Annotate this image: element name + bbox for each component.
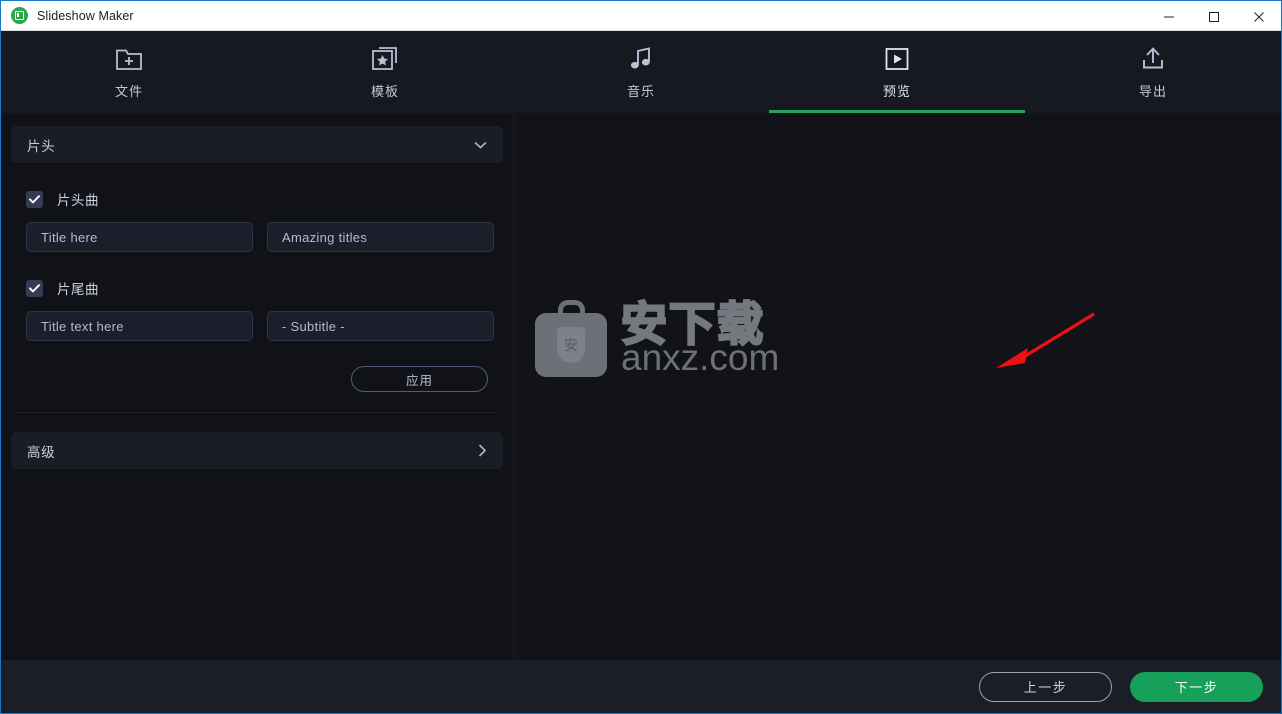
watermark-text: 安下载 anxz.com	[620, 300, 780, 378]
title-bar: Slideshow Maker	[1, 0, 1281, 31]
opening-theme-checkbox[interactable]	[26, 190, 43, 208]
red-arrow-annotation	[994, 311, 1099, 376]
close-button[interactable]	[1236, 1, 1281, 32]
folder-plus-icon	[115, 44, 143, 74]
maximize-button[interactable]	[1191, 1, 1236, 32]
preview-area[interactable]: 安 安下载 anxz.com	[514, 113, 1281, 660]
tab-files[interactable]: 文件	[1, 31, 257, 113]
ending-theme-row: 片尾曲	[26, 278, 488, 298]
opening-subtitle-input[interactable]: Amazing titles	[267, 222, 494, 252]
tab-music[interactable]: 音乐	[513, 31, 769, 113]
advanced-section-header[interactable]: 高级	[11, 432, 503, 469]
next-step-button[interactable]: 下一步	[1130, 671, 1263, 702]
opening-theme-row: 片头曲	[26, 189, 488, 209]
opening-theme-label: 片头曲	[57, 193, 99, 208]
application-window: Slideshow Maker 文件 模板 音乐 预览 导出 片头 片头曲 Ti…	[0, 0, 1282, 714]
anxz-watermark: 安 安下载 anxz.com	[535, 299, 779, 377]
section-divider	[16, 412, 498, 413]
apply-button[interactable]: 应用	[351, 366, 488, 392]
watermark-domain-text: anxz.com	[621, 337, 780, 378]
window-controls	[1146, 1, 1281, 32]
opening-section-header[interactable]: 片头	[11, 126, 503, 163]
tab-music-label: 音乐	[626, 84, 655, 99]
watermark-shield-char: 安	[557, 327, 585, 363]
music-note-icon	[628, 44, 654, 74]
chevron-down-icon	[474, 141, 487, 149]
tab-template[interactable]: 模板	[257, 31, 513, 113]
app-logo-icon	[11, 7, 28, 24]
preview-play-icon	[884, 44, 910, 74]
tab-preview[interactable]: 预览	[769, 31, 1025, 113]
ending-theme-label: 片尾曲	[57, 282, 99, 297]
apply-row: 应用	[26, 366, 488, 392]
settings-panel: 片头 片头曲 Title here Amazing titles 片尾曲 Tit…	[1, 113, 514, 660]
chevron-right-icon	[478, 444, 487, 457]
minimize-button[interactable]	[1146, 1, 1191, 32]
opening-title-input[interactable]: Title here	[26, 222, 253, 252]
opening-theme-fields: Title here Amazing titles	[26, 222, 494, 252]
tab-preview-label: 预览	[882, 84, 911, 99]
advanced-section-title: 高级	[27, 444, 56, 460]
previous-step-button[interactable]: 上一步	[979, 671, 1112, 702]
tab-template-label: 模板	[370, 84, 399, 99]
template-star-icon	[371, 44, 399, 74]
ending-subtitle-input[interactable]: - Subtitle -	[267, 311, 494, 341]
ending-theme-checkbox[interactable]	[26, 279, 43, 297]
ending-title-input[interactable]: Title text here	[26, 311, 253, 341]
export-upload-icon	[1139, 44, 1167, 74]
window-title: Slideshow Maker	[37, 8, 134, 23]
tab-export-label: 导出	[1138, 84, 1167, 99]
opening-section-body: 片头曲 Title here Amazing titles 片尾曲 Title …	[11, 189, 503, 392]
main-toolbar: 文件 模板 音乐 预览 导出	[1, 31, 1281, 113]
tab-files-label: 文件	[114, 84, 143, 99]
opening-section-title: 片头	[27, 138, 56, 154]
footer-bar: 上一步 下一步	[1, 660, 1281, 713]
body-area: 片头 片头曲 Title here Amazing titles 片尾曲 Tit…	[1, 113, 1281, 660]
ending-theme-fields: Title text here - Subtitle -	[26, 311, 494, 341]
anxz-bag-logo-icon: 安	[535, 299, 607, 377]
tab-export[interactable]: 导出	[1025, 31, 1281, 113]
advanced-section-wrap: 高级	[11, 432, 503, 469]
